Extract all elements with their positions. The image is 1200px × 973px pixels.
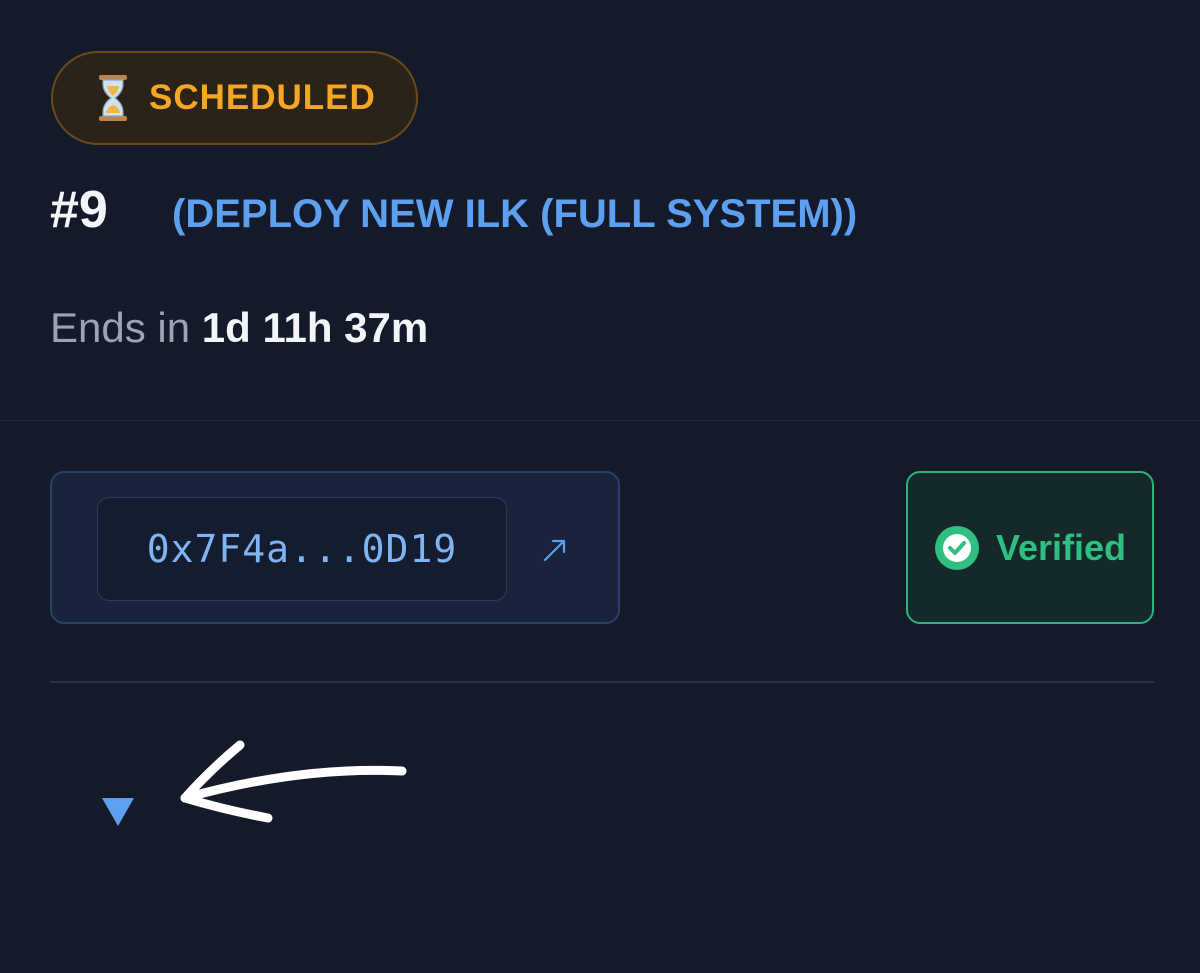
- chevron-down-icon: [102, 798, 134, 826]
- expand-toggle-button[interactable]: [96, 790, 140, 834]
- proposal-header: SCHEDULED #9 (DEPLOY NEW ILK (FULL SYSTE…: [0, 0, 1200, 421]
- proposal-card: SCHEDULED #9 (DEPLOY NEW ILK (FULL SYSTE…: [0, 0, 1200, 973]
- address-panel: 0x7F4a...0D19: [50, 471, 620, 624]
- check-circle-icon: [934, 525, 979, 570]
- countdown-value: 1d 11h 37m: [201, 304, 429, 351]
- address-chip[interactable]: 0x7F4a...0D19: [97, 497, 507, 601]
- status-badge: SCHEDULED: [51, 51, 418, 145]
- arrow-left-icon: [180, 740, 407, 823]
- external-link-icon[interactable]: [540, 535, 570, 565]
- divider: [50, 681, 1154, 683]
- verified-badge: Verified: [906, 471, 1154, 624]
- verified-label: Verified: [995, 526, 1127, 568]
- proposal-title[interactable]: (DEPLOY NEW ILK (FULL SYSTEM)): [172, 186, 857, 242]
- countdown: Ends in 1d 11h 37m: [50, 300, 428, 356]
- countdown-label: Ends in: [50, 304, 191, 351]
- hourglass-icon: [99, 75, 127, 121]
- status-label: SCHEDULED: [149, 78, 376, 117]
- address-value: 0x7F4a...0D19: [146, 527, 458, 571]
- proposal-number: #9: [50, 181, 108, 239]
